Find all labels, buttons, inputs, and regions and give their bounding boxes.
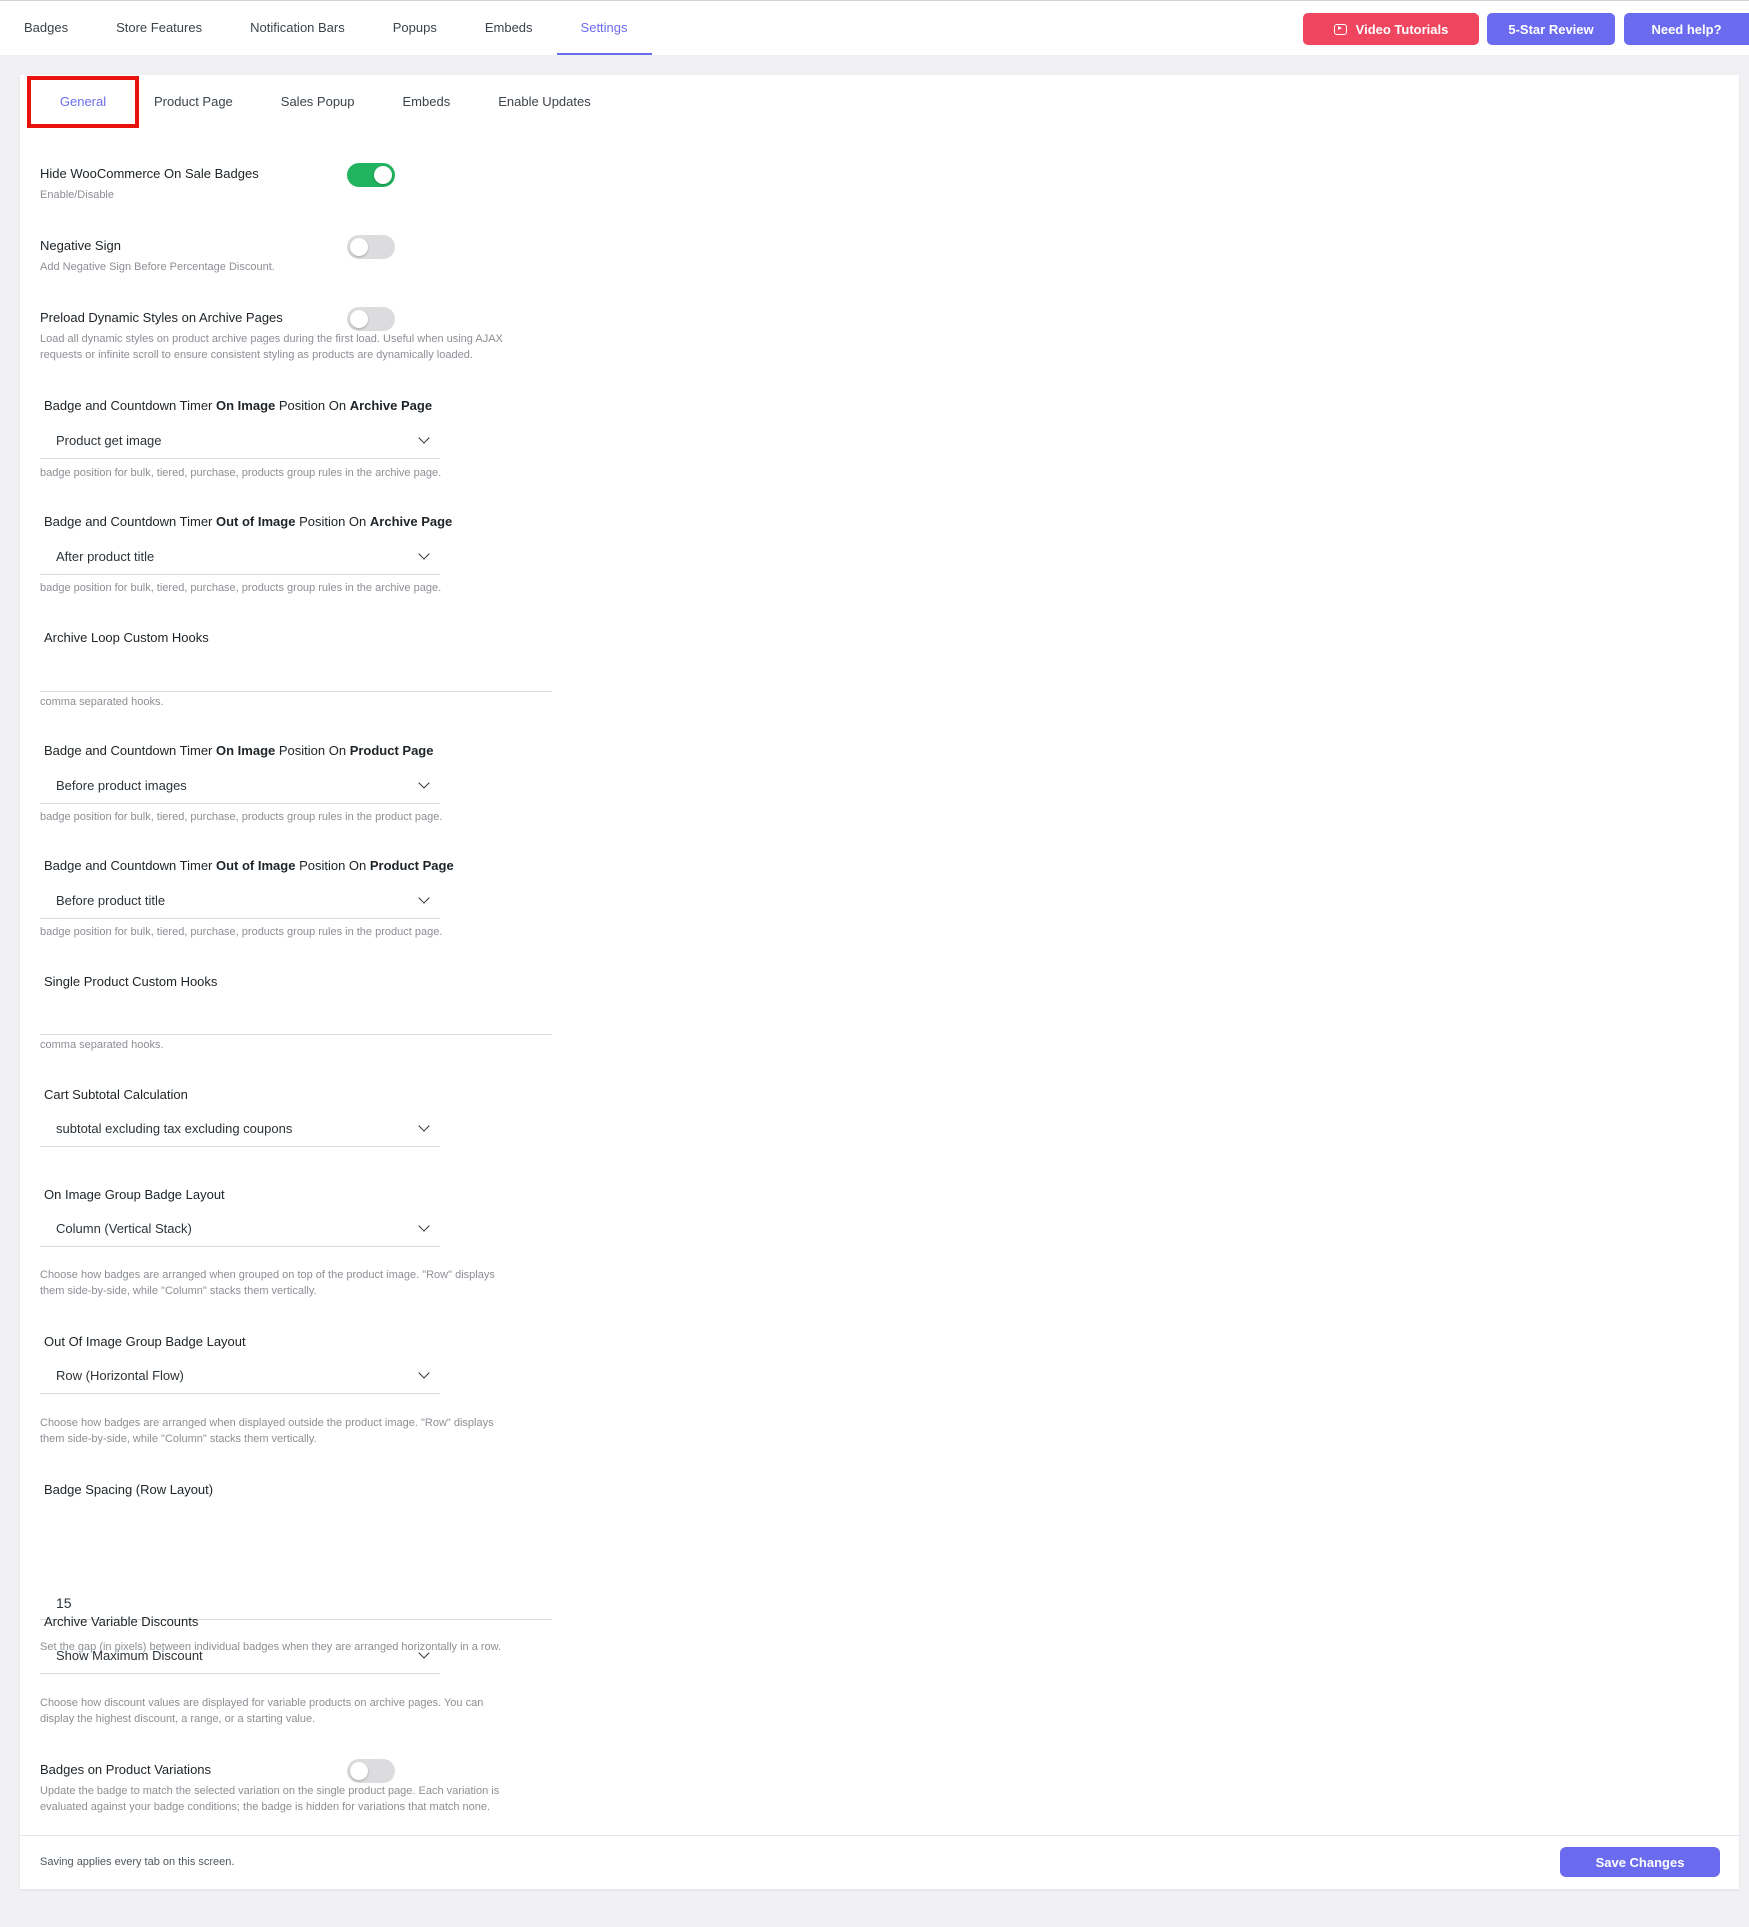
archive-variable-select[interactable]: Show Maximum Discount (40, 1640, 440, 1674)
badges-variations-desc-2: evaluated against your badge conditions;… (40, 1801, 491, 1813)
on-image-layout-value: Column (Vertical Stack) (56, 1221, 192, 1236)
product-on-image-select[interactable]: Before product images (40, 770, 440, 804)
preload-styles-desc-2: requests or infinite scroll to ensure co… (40, 349, 473, 361)
hide-sale-badges-desc: Enable/Disable (40, 189, 114, 201)
preload-styles-desc-1: Load all dynamic styles on product archi… (40, 333, 503, 345)
archive-out-image-desc: badge position for bulk, tiered, purchas… (40, 582, 442, 594)
chevron-down-icon (418, 548, 430, 560)
on-image-layout-desc-1: Choose how badges are arranged when grou… (40, 1269, 495, 1281)
archive-on-image-value: Product get image (56, 433, 162, 448)
archive-hooks-input[interactable] (40, 658, 552, 692)
on-image-layout-desc-2: them side-by-side, while "Column" stacks… (40, 1285, 317, 1297)
product-on-image-value: Before product images (56, 778, 187, 793)
negative-sign-label: Negative Sign (40, 238, 121, 253)
negative-sign-toggle[interactable] (347, 235, 395, 259)
archive-on-image-select[interactable]: Product get image (40, 425, 440, 459)
product-on-image-label: Badge and Countdown Timer On Image Posit… (44, 743, 434, 758)
product-out-image-desc: badge position for bulk, tiered, purchas… (40, 926, 443, 938)
archive-variable-desc-1: Choose how discount values are displayed… (40, 1697, 484, 1709)
badge-spacing-label: Badge Spacing (Row Layout) (44, 1482, 214, 1497)
tab-embeds[interactable]: Embeds (379, 76, 475, 128)
badges-variations-label: Badges on Product Variations (40, 1762, 212, 1777)
chevron-down-icon (418, 1220, 430, 1232)
out-image-layout-label: Out Of Image Group Badge Layout (44, 1334, 246, 1349)
tab-sales-popup[interactable]: Sales Popup (257, 76, 379, 128)
archive-on-image-label: Badge and Countdown Timer On Image Posit… (44, 398, 433, 413)
archive-variable-value: Show Maximum Discount (56, 1648, 203, 1663)
product-hooks-input[interactable] (40, 1001, 552, 1035)
product-out-image-label: Badge and Countdown Timer Out of Image P… (44, 858, 454, 873)
chevron-down-icon (418, 777, 430, 789)
product-out-image-value: Before product title (56, 893, 166, 908)
panel-footer: Saving applies every tab on this screen.… (20, 1835, 1739, 1889)
badges-variations-toggle[interactable] (347, 1759, 395, 1783)
product-out-image-select[interactable]: Before product title (40, 885, 440, 919)
product-hooks-label: Single Product Custom Hooks (44, 974, 218, 989)
out-image-layout-desc-1: Choose how badges are arranged when disp… (40, 1417, 494, 1429)
chevron-down-icon (418, 432, 430, 444)
five-star-review-button[interactable]: 5-Star Review (1487, 13, 1615, 45)
archive-out-image-label: Badge and Countdown Timer Out of Image P… (44, 514, 453, 529)
archive-on-image-desc: badge position for bulk, tiered, purchas… (40, 467, 442, 479)
cart-subtotal-select[interactable]: subtotal excluding tax excluding coupons (40, 1113, 440, 1147)
archive-variable-desc-2: display the highest discount, a range, o… (40, 1713, 316, 1725)
preload-styles-toggle[interactable] (347, 307, 395, 331)
preload-styles-label: Preload Dynamic Styles on Archive Pages (40, 310, 283, 325)
save-note: Saving applies every tab on this screen. (40, 1856, 235, 1868)
tab-product-page[interactable]: Product Page (139, 76, 257, 128)
cart-subtotal-value: subtotal excluding tax excluding coupons (56, 1121, 293, 1136)
hide-sale-badges-label: Hide WooCommerce On Sale Badges (40, 166, 259, 181)
chevron-down-icon (418, 1647, 430, 1659)
nav-notification-bars[interactable]: Notification Bars (226, 1, 369, 55)
product-hooks-desc: comma separated hooks. (40, 1039, 164, 1051)
main-nav: Badges Store Features Notification Bars … (0, 1, 652, 55)
out-image-layout-select[interactable]: Row (Horizontal Flow) (40, 1360, 440, 1394)
tab-general[interactable]: General (27, 76, 139, 128)
cart-subtotal-label: Cart Subtotal Calculation (44, 1087, 188, 1102)
need-help-button[interactable]: Need help? (1624, 13, 1749, 45)
archive-hooks-label: Archive Loop Custom Hooks (44, 630, 209, 645)
chevron-down-icon (418, 892, 430, 904)
badges-variations-desc-1: Update the badge to match the selected v… (40, 1785, 500, 1797)
play-icon (1333, 23, 1347, 35)
video-tutorials-button[interactable]: Video Tutorials (1303, 13, 1479, 45)
save-changes-button[interactable]: Save Changes (1560, 1847, 1720, 1877)
tab-enable-updates[interactable]: Enable Updates (474, 76, 615, 128)
top-bar: Badges Store Features Notification Bars … (0, 0, 1749, 55)
hide-sale-badges-toggle[interactable] (347, 163, 395, 187)
archive-out-image-select[interactable]: After product title (40, 541, 440, 575)
product-on-image-desc: badge position for bulk, tiered, purchas… (40, 811, 443, 823)
nav-settings[interactable]: Settings (556, 1, 652, 55)
out-image-layout-desc-2: them side-by-side, while "Column" stacks… (40, 1433, 317, 1445)
out-image-layout-value: Row (Horizontal Flow) (56, 1368, 184, 1383)
archive-hooks-desc: comma separated hooks. (40, 696, 164, 708)
nav-popups[interactable]: Popups (369, 1, 461, 55)
on-image-layout-label: On Image Group Badge Layout (44, 1187, 225, 1202)
video-tutorials-label: Video Tutorials (1355, 21, 1449, 37)
on-image-layout-select[interactable]: Column (Vertical Stack) (40, 1213, 440, 1247)
negative-sign-desc: Add Negative Sign Before Percentage Disc… (40, 261, 275, 273)
chevron-down-icon (418, 1367, 430, 1379)
chevron-down-icon (418, 1120, 430, 1132)
nav-embeds[interactable]: Embeds (461, 1, 557, 55)
archive-variable-label: Archive Variable Discounts (44, 1614, 199, 1629)
settings-panel: General Product Page Sales Popup Embeds … (20, 75, 1739, 1889)
archive-out-image-value: After product title (56, 549, 155, 564)
settings-subtabs: General Product Page Sales Popup Embeds … (20, 76, 615, 128)
nav-badges[interactable]: Badges (0, 1, 92, 55)
nav-store-features[interactable]: Store Features (92, 1, 226, 55)
